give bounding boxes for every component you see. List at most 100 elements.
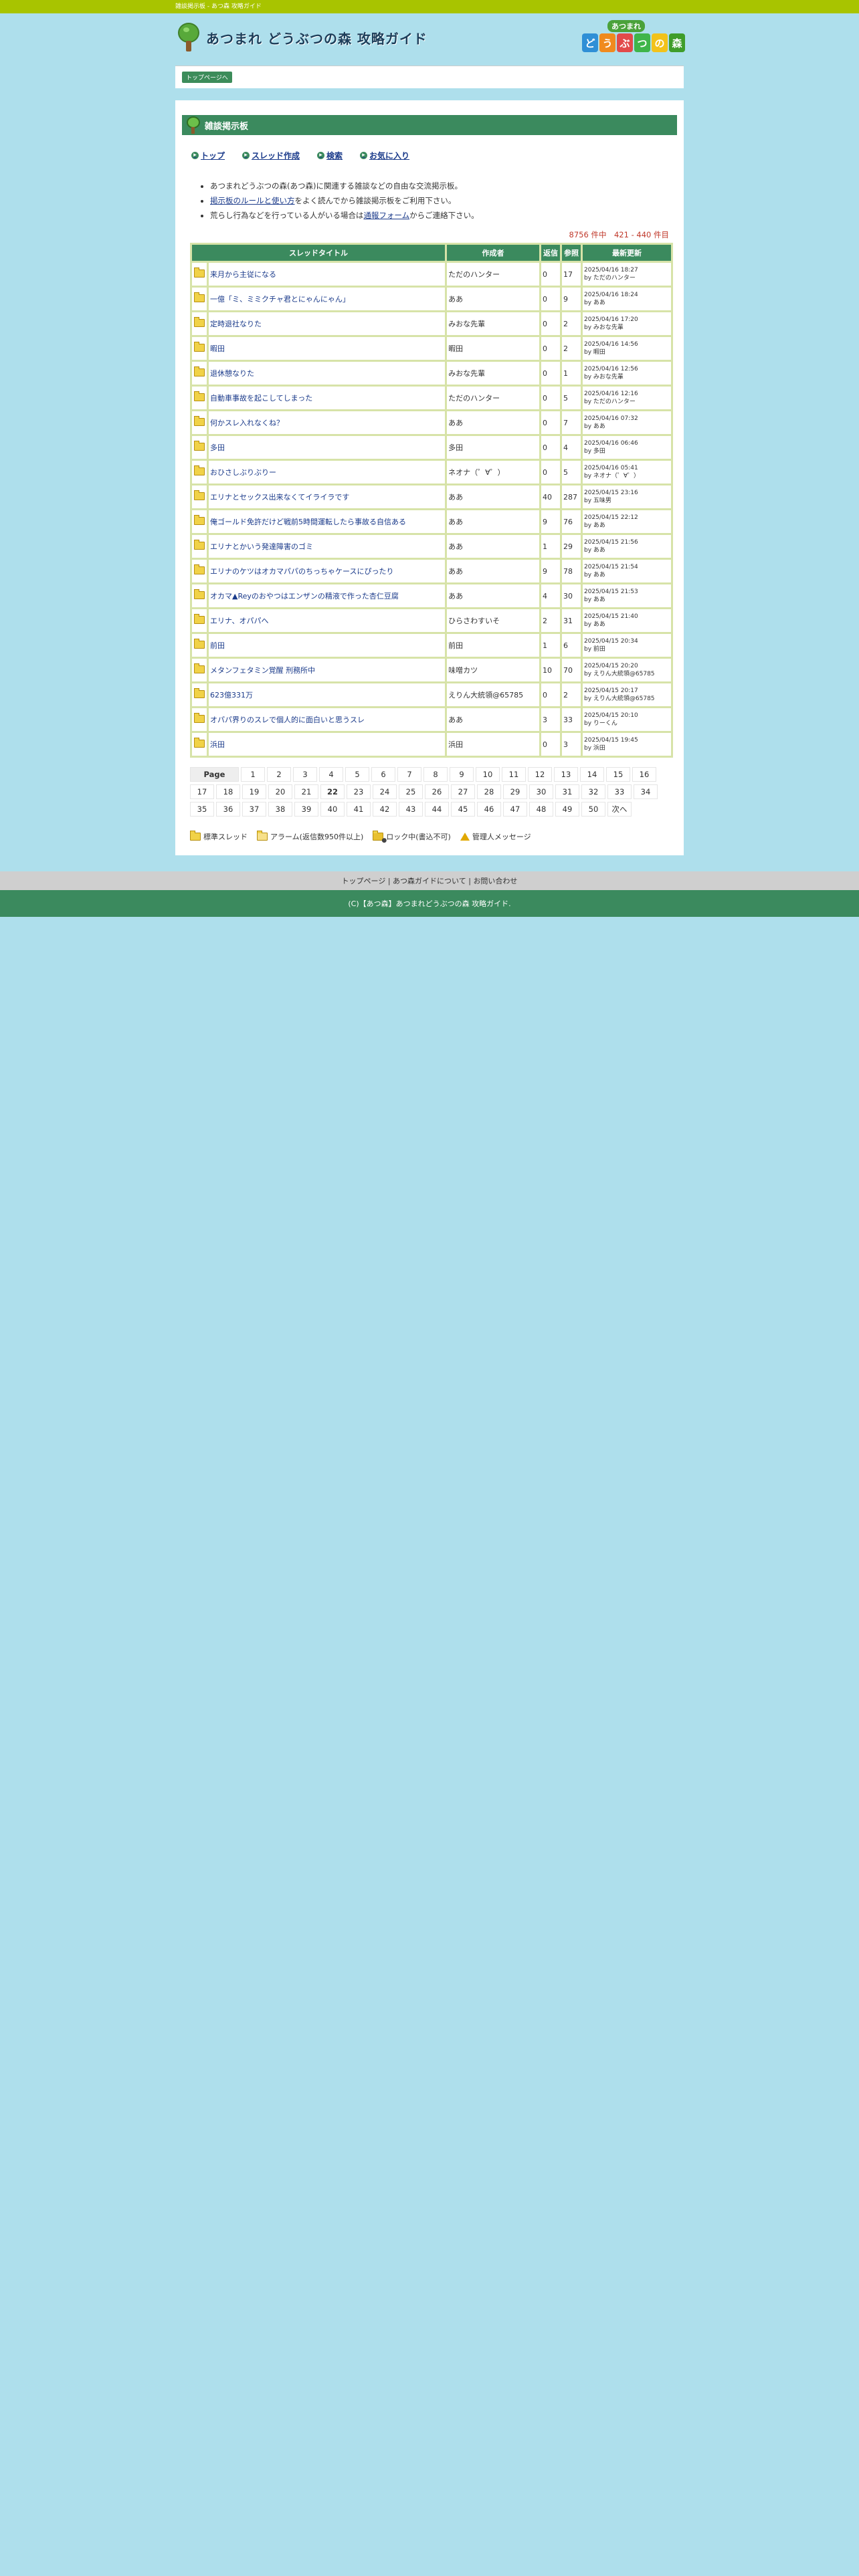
pagination-page-link[interactable]: 9 xyxy=(450,767,474,782)
pagination-page-link[interactable]: 40 xyxy=(320,802,345,817)
pagination-page-link[interactable]: 2 xyxy=(267,767,291,782)
thread-title-link[interactable]: エリナとセックス出来なくてイライラです xyxy=(210,493,349,502)
pagination-page-link[interactable]: 7 xyxy=(397,767,421,782)
pagination-page-link[interactable]: 25 xyxy=(399,784,423,799)
pagination-page-link[interactable]: 29 xyxy=(503,784,527,799)
pagination-page-link[interactable]: 27 xyxy=(451,784,475,799)
pagination-page-link[interactable]: 15 xyxy=(606,767,630,782)
menu-top-label: トップ xyxy=(201,151,225,160)
pagination-page-link[interactable]: 10 xyxy=(476,767,500,782)
note-text: あつまれどうぶつの森(あつ森)に関連する雑談などの自由な交流掲示板。 xyxy=(210,181,462,191)
thread-title-link[interactable]: エリナのケツはオカマパパのちっちゃケースにぴったり xyxy=(210,567,393,576)
pagination-page-link[interactable]: 37 xyxy=(242,802,266,817)
menu-create-label: スレッド作成 xyxy=(252,151,300,160)
pagination-page-link[interactable]: 21 xyxy=(294,784,318,799)
pagination-page-link[interactable]: 14 xyxy=(580,767,604,782)
badge-tile: つ xyxy=(634,33,650,52)
pagination-page-link[interactable]: 12 xyxy=(528,767,552,782)
pagination-page-link[interactable]: 16 xyxy=(632,767,656,782)
thread-title-link[interactable]: 俺ゴールド免許だけど戦前5時間運転したら事故る自信ある xyxy=(210,518,406,526)
thread-author: 暇田 xyxy=(447,337,539,360)
thread-updated-date: 2025/04/16 12:16 xyxy=(584,391,638,397)
pagination-page-link[interactable]: 42 xyxy=(373,802,397,817)
thread-updated-by: by ネオナ（゜∀゜） xyxy=(584,473,640,479)
pagination-page-link[interactable]: 32 xyxy=(581,784,605,799)
pagination-page-link[interactable]: 28 xyxy=(477,784,501,799)
pagination-page-link[interactable]: 50 xyxy=(581,802,605,817)
pagination-page-link[interactable]: 5 xyxy=(345,767,369,782)
pagination-page-link[interactable]: 34 xyxy=(634,784,658,799)
pagination-page-link[interactable]: 38 xyxy=(268,802,292,817)
thread-title-link[interactable]: 暇田 xyxy=(210,344,225,353)
thread-title-link[interactable]: エリナ、オパパへ xyxy=(210,617,268,625)
pagination-page-link[interactable]: 33 xyxy=(607,784,632,799)
pagination-page-link[interactable]: 43 xyxy=(399,802,423,817)
thread-title-link[interactable]: 浜田 xyxy=(210,740,225,749)
thread-view-count: 4 xyxy=(562,436,581,459)
footer-about-link[interactable]: あつ森ガイドについて xyxy=(393,875,466,886)
pagination-page-link[interactable]: 20 xyxy=(268,784,292,799)
thread-updated: 2025/04/16 07:32 by ああ xyxy=(583,411,671,434)
footer-contact-link[interactable]: お問い合わせ xyxy=(473,875,517,886)
thread-title-cell: 一億「ミ、ミミクチャ君とにゃんにゃん」 xyxy=(209,288,446,310)
pagination-page-link[interactable]: 44 xyxy=(425,802,449,817)
thread-title-link[interactable]: 一億「ミ、ミミクチャ君とにゃんにゃん」 xyxy=(210,295,350,304)
breadcrumb-top-link[interactable]: トップページへ xyxy=(182,72,232,83)
thread-title-link[interactable]: おひさしぶりぶりー xyxy=(210,468,276,477)
pagination-page-link[interactable]: 48 xyxy=(529,802,553,817)
thread-title-link[interactable]: 多田 xyxy=(210,443,225,452)
menu-top-link[interactable]: ▸ トップ xyxy=(191,150,225,161)
pagination-page-link[interactable]: 1 xyxy=(241,767,265,782)
pagination-page-link[interactable]: 11 xyxy=(502,767,526,782)
pagination-page-link[interactable]: 24 xyxy=(373,784,397,799)
thread-reply-count: 9 xyxy=(541,560,560,582)
pagination-next-button[interactable]: 次へ xyxy=(607,802,632,817)
thread-title-link[interactable]: 前田 xyxy=(210,641,225,650)
thread-title-link[interactable]: 何かスレ入れなくね？ xyxy=(210,419,284,427)
pagination-page-link[interactable]: 36 xyxy=(216,802,240,817)
menu-favorites-link[interactable]: ▸ お気に入り xyxy=(360,150,409,161)
thread-title-link[interactable]: 来月から主従になる xyxy=(210,270,276,279)
thread-title-link[interactable]: 退休憩なりた xyxy=(210,369,254,378)
note-text: をよく読んでから雑談掲示板をご利用下さい。 xyxy=(294,196,456,205)
thread-title-link[interactable]: 定時退社なりた xyxy=(210,320,262,328)
thread-icon-cell xyxy=(192,312,207,335)
legend-lock-label: ロック中(書込不可) xyxy=(386,833,451,841)
menu-search-link[interactable]: ▸ 検索 xyxy=(317,150,343,161)
pagination-page-link[interactable]: 35 xyxy=(190,802,214,817)
pagination-page-link[interactable]: 26 xyxy=(425,784,449,799)
pagination-page-link[interactable]: 39 xyxy=(294,802,318,817)
thread-updated: 2025/04/15 21:53 by ああ xyxy=(583,584,671,607)
rules-link[interactable]: 掲示板のルールと使い方 xyxy=(210,196,295,205)
pagination-page-link[interactable]: 13 xyxy=(554,767,578,782)
legend-alarm: アラーム(返信数950件以上) xyxy=(257,831,363,842)
pagination-page-link[interactable]: 8 xyxy=(423,767,448,782)
thread-title-link[interactable]: メタンフェタミン覚醒 刑務所中 xyxy=(210,666,315,675)
legend-alarm-label: アラーム(返信数950件以上) xyxy=(270,833,364,841)
thread-title-link[interactable]: エリナとかいう発達障害のゴミ xyxy=(210,542,313,551)
pagination-page-link[interactable]: 47 xyxy=(503,802,527,817)
thread-title-link[interactable]: 623億331万 xyxy=(210,691,253,700)
thread-view-count: 76 xyxy=(562,510,581,533)
thread-title-link[interactable]: オパパ界りのスレで個人的に面白いと思うスレ xyxy=(210,716,365,724)
pagination-page-link[interactable]: 45 xyxy=(451,802,475,817)
pagination-page-link[interactable]: 23 xyxy=(347,784,371,799)
thread-title-link[interactable]: 自動車事故を起こしてしまった xyxy=(210,394,312,403)
pagination-page-link[interactable]: 4 xyxy=(319,767,343,782)
menu-create-thread-link[interactable]: ▸ スレッド作成 xyxy=(242,150,300,161)
pagination-page-link[interactable]: 17 xyxy=(190,784,214,799)
pagination-page-link[interactable]: 31 xyxy=(555,784,579,799)
pagination-page-link[interactable]: 30 xyxy=(529,784,553,799)
pagination-page-link[interactable]: 41 xyxy=(347,802,371,817)
footer-top-link[interactable]: トップページ xyxy=(342,875,386,886)
pagination-page-link[interactable]: 3 xyxy=(293,767,317,782)
report-form-link[interactable]: 通報フォーム xyxy=(363,211,409,220)
thread-title-link[interactable]: オカマ▲Reyのおやつはエンザンの精液で作った杏仁豆腐 xyxy=(210,592,399,601)
pagination-page-link[interactable]: 49 xyxy=(555,802,579,817)
thread-view-count: 2 xyxy=(562,337,581,360)
pagination-page-link[interactable]: 18 xyxy=(216,784,240,799)
pagination-page-link[interactable]: 19 xyxy=(242,784,266,799)
site-logo[interactable]: あつまれ どうぶつの森 攻略ガイド xyxy=(177,23,427,52)
pagination-page-link[interactable]: 46 xyxy=(477,802,501,817)
pagination-page-link[interactable]: 6 xyxy=(371,767,395,782)
